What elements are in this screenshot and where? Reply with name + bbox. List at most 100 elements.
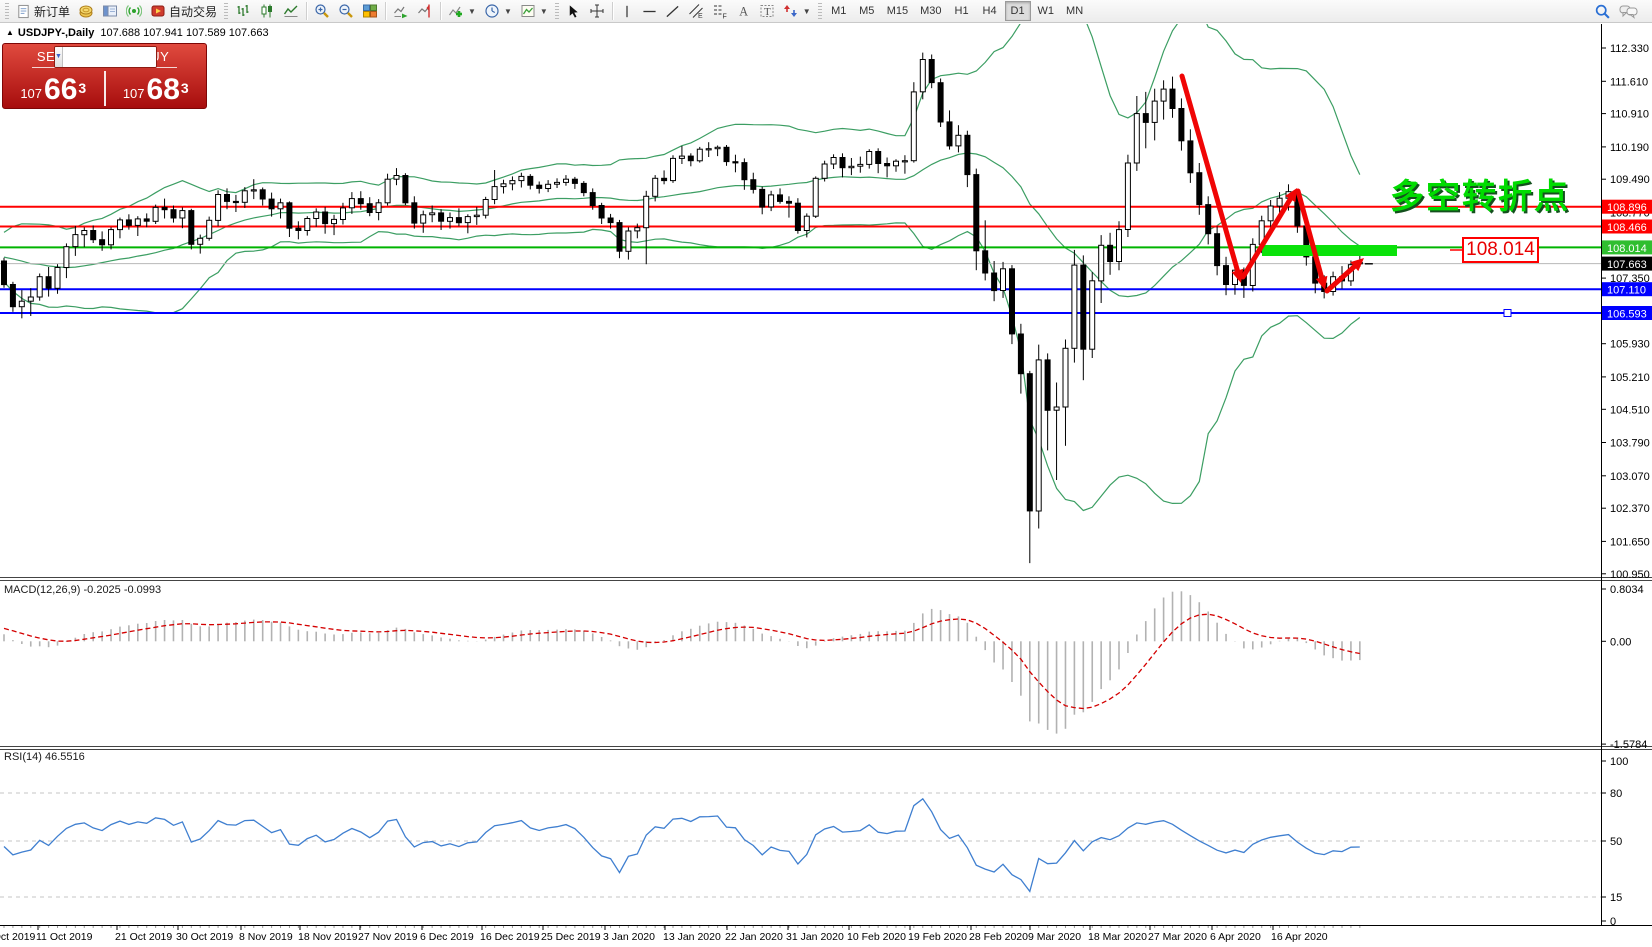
candle (287, 203, 292, 228)
chart-canvas[interactable]: 112.330111.610110.910110.190109.490108.7… (0, 0, 1652, 947)
trendline-button[interactable] (661, 1, 684, 21)
volume-input[interactable] (63, 47, 157, 67)
market-watch-button[interactable] (74, 1, 98, 21)
candle (555, 182, 560, 184)
price-tag-label[interactable]: 108.014 (1462, 237, 1539, 263)
date-tick-label: 16 Apr 2020 (1271, 931, 1328, 943)
new-order-icon (16, 4, 31, 19)
tab-timeframe-h1[interactable]: H1 (949, 1, 975, 21)
chat-button[interactable] (1615, 1, 1642, 21)
vertical-line-button[interactable] (616, 1, 638, 21)
candle (269, 199, 274, 209)
tab-timeframe-m15[interactable]: M15 (882, 1, 913, 21)
candlestick-chart-button[interactable] (255, 1, 279, 21)
periods-button[interactable]: ▼ (480, 1, 516, 21)
tab-timeframe-w1[interactable]: W1 (1033, 1, 1060, 21)
candle (251, 190, 256, 191)
fibonacci-button[interactable]: F (708, 1, 732, 21)
tab-timeframe-h4[interactable]: H4 (977, 1, 1003, 21)
arrows-tool-button[interactable]: ▼ (779, 1, 815, 21)
tab-timeframe-m5[interactable]: M5 (854, 1, 880, 21)
chart-shift-button[interactable] (413, 1, 437, 21)
fibonacci-icon: F (712, 3, 728, 19)
tab-timeframe-d1[interactable]: D1 (1005, 1, 1031, 21)
search-button[interactable] (1590, 1, 1615, 21)
horizontal-line-button[interactable] (638, 1, 661, 21)
date-tick-label: 28 Feb 2020 (969, 931, 1028, 943)
horizontal-line-icon (642, 4, 657, 19)
zoom-out-icon (338, 3, 354, 19)
timeframe-group: M1M5M15M30H1H4D1W1MN (825, 1, 1089, 21)
terminal-button[interactable] (122, 1, 146, 21)
price-level-badge-text: 107.663 (1607, 259, 1647, 271)
candle (769, 195, 774, 207)
candle (519, 176, 524, 180)
symbol-info-bar: ▲USDJPY-,Daily107.688 107.941 107.589 10… (6, 27, 269, 39)
price-tick-label: 110.190 (1610, 142, 1649, 154)
candle (787, 201, 792, 203)
volume-stepper: ▼ ▲ (54, 46, 157, 68)
collapse-panel-icon[interactable]: ▲ (6, 28, 14, 37)
navigator-button[interactable] (98, 1, 122, 21)
candle (305, 219, 310, 231)
candle (171, 210, 176, 218)
candle (599, 206, 604, 219)
text-button[interactable]: A (732, 1, 755, 21)
candle (590, 193, 595, 206)
auto-trading-button[interactable]: 自动交易 (146, 1, 221, 21)
price-tick-label: 100.950 (1610, 569, 1650, 581)
new-order-button[interactable]: 新订单 (12, 1, 74, 21)
terminal-icon (126, 3, 142, 19)
new-order-label: 新订单 (34, 3, 70, 20)
candle (992, 273, 997, 291)
candle (1090, 281, 1095, 349)
turning-point-annotation[interactable]: 多空转折点 (1390, 169, 1570, 218)
support-zone-bar[interactable] (1262, 245, 1397, 256)
zoom-out-button[interactable] (334, 1, 358, 21)
candle (448, 218, 453, 222)
candle (715, 147, 720, 148)
zoom-in-button[interactable] (310, 1, 334, 21)
indicators-button[interactable]: ▼ (444, 1, 480, 21)
candle (1072, 265, 1077, 348)
cursor-button[interactable] (562, 1, 585, 21)
date-tick-label: 30 Oct 2019 (176, 931, 233, 943)
candle (537, 185, 542, 188)
tile-windows-button[interactable] (358, 1, 382, 21)
crosshair-button[interactable] (585, 1, 609, 21)
chat-icon (1619, 3, 1638, 19)
equidistant-channel-button[interactable]: E (684, 1, 708, 21)
rsi-tick-label: 0 (1610, 916, 1616, 928)
volume-decrease-button[interactable]: ▼ (55, 47, 63, 67)
candle (581, 183, 586, 192)
candle (412, 203, 417, 223)
templates-button[interactable]: ▼ (516, 1, 552, 21)
text-label-button[interactable]: T (755, 1, 779, 21)
candle (323, 212, 328, 224)
text-label-icon: T (759, 3, 775, 19)
candle (929, 60, 934, 83)
toolbar-grip[interactable] (5, 3, 9, 19)
sell-price-button[interactable]: 107 66 3 (3, 69, 104, 108)
candle (760, 189, 765, 207)
line-chart-button[interactable] (279, 1, 303, 21)
bar-chart-button[interactable] (231, 1, 255, 21)
trendline-icon (665, 4, 680, 19)
toolbar-grip[interactable] (555, 3, 559, 19)
candle (1125, 163, 1130, 230)
candle (216, 195, 221, 221)
candle (1197, 173, 1202, 205)
candle (367, 204, 372, 213)
candle (465, 217, 470, 223)
auto-scroll-button[interactable] (389, 1, 413, 21)
candle (1099, 245, 1104, 281)
buy-price-button[interactable]: 107 68 3 (106, 69, 207, 108)
toolbar-grip[interactable] (224, 3, 228, 19)
tab-timeframe-mn[interactable]: MN (1061, 1, 1088, 21)
candle (180, 211, 185, 218)
tab-timeframe-m30[interactable]: M30 (915, 1, 946, 21)
toolbar-grip[interactable] (818, 3, 822, 19)
candle (528, 176, 533, 185)
candle (492, 187, 497, 200)
tab-timeframe-m1[interactable]: M1 (826, 1, 852, 21)
